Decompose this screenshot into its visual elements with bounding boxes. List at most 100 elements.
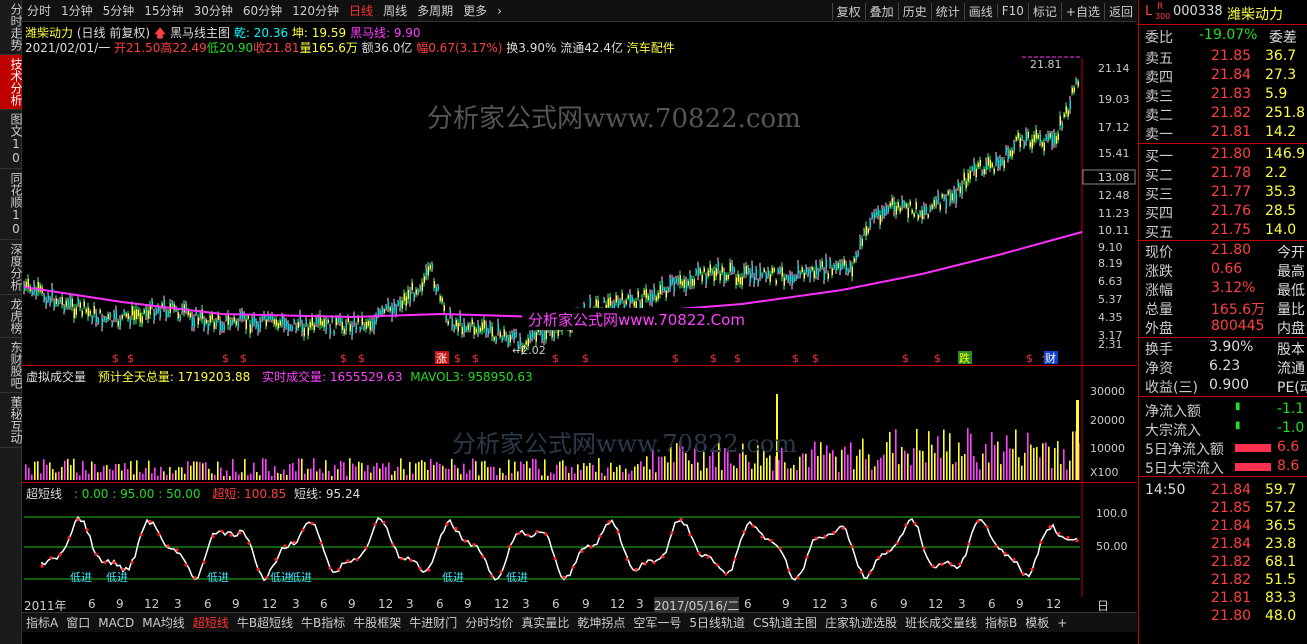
stat-row-4: 外盘 800445 内盘	[1145, 318, 1305, 337]
left-tab-1[interactable]: 技术分析	[0, 55, 23, 110]
ask-row-2: 卖三 21.83 5.9	[1145, 86, 1288, 105]
volume-header: 虚拟成交量 预计全天总量: 1719203.88 实时成交量: 1655529.…	[26, 368, 533, 385]
watermark-link: 分析家公式网www.70822.Com	[528, 311, 745, 329]
x-tick-19: 12	[610, 597, 626, 611]
indicator-tab-6[interactable]: 牛B指标	[297, 614, 349, 631]
osc-signal-label: 低进	[106, 571, 128, 584]
volume-tick-3: X100	[1090, 466, 1119, 479]
left-tab-3[interactable]: 同花顺10	[0, 169, 23, 240]
price-tick-7: 10.11	[1098, 224, 1130, 237]
left-tab-7[interactable]: 董秘互动	[0, 393, 23, 448]
signal-marker: $	[812, 352, 819, 365]
indicator-tab-1[interactable]: 窗口	[62, 614, 94, 631]
heima-value: 黑马线: 9.90	[349, 26, 421, 40]
bar-volume: 量165.6万	[299, 41, 358, 55]
indicator-tab-2[interactable]: MACD	[94, 616, 138, 630]
indicator-tab-16[interactable]: 班长成交量线	[901, 614, 981, 631]
x-tick-17: 6	[552, 597, 560, 611]
osc-params: : 0.00 : 95.00 : 50.00	[73, 487, 201, 501]
top-toolbar: 分时 1分钟 5分钟 15分钟 30分钟 60分钟 120分钟 日线 周线 多周期 更多 › 复权 叠加…	[22, 0, 1137, 22]
die-badge-text: 跌	[959, 351, 970, 365]
toolbar-2[interactable]: 历史	[897, 2, 931, 20]
stat-row-3: 总量 165.6万 量比	[1145, 302, 1305, 318]
divider-volume-osc	[22, 482, 1137, 483]
volume-tick-0: 30000	[1090, 385, 1125, 398]
bar-amount: 额36.0亿	[361, 41, 413, 55]
left-tab-0[interactable]: 分时走势	[0, 0, 23, 55]
toolbar-7[interactable]: +自选	[1060, 2, 1104, 20]
left-tab-2[interactable]: 图文10	[0, 110, 23, 169]
timeframe-8[interactable]: 周线	[378, 2, 412, 19]
stat2-row-1: 净资 6.23 流通	[1145, 358, 1305, 377]
indicator-tab-8[interactable]: 牛进财门	[405, 614, 461, 631]
tick-row-4: 21.82 68.1	[1211, 554, 1297, 570]
indicator-tab-10[interactable]: 真实量比	[517, 614, 573, 631]
toolbar-8[interactable]: 返回	[1103, 2, 1137, 20]
chart-area[interactable]: 21.14 19.03 17.12 15.41 13.08 12.48 11.23 10.11…	[22, 22, 1137, 597]
stat-row-1: 涨跌 0.66 最高	[1145, 261, 1305, 280]
timeframe-7[interactable]: 日线	[344, 2, 378, 19]
toolbar-4[interactable]: 画线	[963, 2, 997, 20]
indicator-tab-7[interactable]: 牛股框架	[349, 614, 405, 631]
bid-row-3: 买四 21.76 28.5	[1145, 203, 1297, 222]
left-tab-5[interactable]: 龙虎榜	[0, 295, 23, 338]
x-axis: 2011年 6 9 12 3 6 9 12 3 6 9 12 3 6 9 12 3 6 9 12 3 2017/05/16…	[22, 597, 1109, 630]
indicator-tab-4[interactable]: 超短线	[189, 614, 233, 631]
stat2-row-0: 换手 3.90% 股本	[1145, 339, 1305, 358]
timeframe-0[interactable]: 分时	[22, 2, 56, 19]
tick-row-3: 21.84 23.8	[1211, 536, 1297, 552]
tick-row-0: 14:50 21.84 59.7	[1145, 482, 1297, 498]
divider-price-volume	[22, 365, 1137, 366]
price-tick-0: 21.14	[1098, 62, 1130, 75]
left-tab-6[interactable]: 东财股吧	[0, 338, 23, 393]
tick-row-7: 21.80 48.0	[1211, 608, 1297, 624]
x-tick-25: 3	[840, 597, 848, 611]
osc-signal-label: 低进	[442, 571, 464, 584]
x-tick-29: 3	[958, 597, 966, 611]
timeframe-5[interactable]: 60分钟	[238, 2, 287, 19]
qian-value: 乾: 20.36	[233, 26, 289, 40]
left-tab-4[interactable]: 深度分析	[0, 240, 23, 295]
indicator-tab-19[interactable]: +	[1053, 616, 1071, 630]
indicator-tab-9[interactable]: 分时均价	[461, 614, 517, 631]
indicator-tab-11[interactable]: 乾坤拐点	[573, 614, 629, 631]
chevron-right-icon[interactable]: ›	[492, 4, 507, 18]
indicator-tab-15[interactable]: 庄家轨迹选股	[821, 614, 901, 631]
chart-mode: (日线 前复权)	[76, 26, 151, 40]
quote-panel: L R 300 000338 潍柴动力 委比 -19.07% 委差 卖五 21.85 36.7 卖四 2…	[1138, 0, 1307, 644]
timeframe-10[interactable]: 更多	[458, 2, 492, 19]
toolbar-1[interactable]: 叠加	[864, 2, 898, 20]
price-tick-3: 15.41	[1098, 147, 1130, 160]
ask-row-3: 卖二 21.82 251.8	[1145, 105, 1306, 124]
indicator-tab-0[interactable]: 指标A	[22, 614, 62, 631]
x-tick-22: 6	[744, 597, 752, 611]
volume-tick-2: 10000	[1090, 442, 1125, 455]
indicator-tab-3[interactable]: MA均线	[138, 614, 189, 631]
indicator-tab-14[interactable]: CS轨道主图	[749, 614, 821, 631]
indicator-tab-12[interactable]: 空军一号	[629, 614, 685, 631]
toolbar-6[interactable]: 标记	[1027, 2, 1061, 20]
timeframe-6[interactable]: 120分钟	[287, 2, 344, 19]
bar-turnover: 换3.90%	[506, 41, 557, 55]
bar-amplitude: 幅0.67(3.17%)	[416, 41, 503, 55]
indicator-tab-13[interactable]: 5日线轨道	[685, 614, 749, 631]
timeframe-1[interactable]: 1分钟	[56, 2, 98, 19]
indicator-tab-17[interactable]: 指标B	[981, 614, 1021, 631]
indicator-tab-5[interactable]: 牛B超短线	[233, 614, 297, 631]
price-tick-14: 2.31	[1098, 338, 1123, 351]
x-tick-18: 9	[582, 597, 590, 611]
toolbar-5[interactable]: F10	[996, 4, 1028, 18]
toolbar-3[interactable]: 统计	[930, 2, 964, 20]
info-header: 潍柴动力 (日线 前复权) 🡅 黑马线主图 乾: 20.36 坤: 19.59 …	[22, 22, 1082, 58]
x-tick-6: 9	[232, 597, 240, 611]
timeframe-3[interactable]: 15分钟	[139, 2, 188, 19]
indicator-tab-18[interactable]: 模板	[1021, 614, 1053, 631]
timeframe-2[interactable]: 5分钟	[98, 2, 140, 19]
x-tick-26: 6	[870, 597, 878, 611]
timeframe-4[interactable]: 30分钟	[189, 2, 238, 19]
toolbar-0[interactable]: 复权	[831, 2, 865, 20]
flow-row-1: 大宗流入 ▮ -1.0	[1145, 420, 1305, 439]
timeframe-9[interactable]: 多周期	[412, 2, 458, 19]
bar-float: 流通42.4亿	[560, 41, 623, 55]
x-tick-10: 9	[348, 597, 356, 611]
